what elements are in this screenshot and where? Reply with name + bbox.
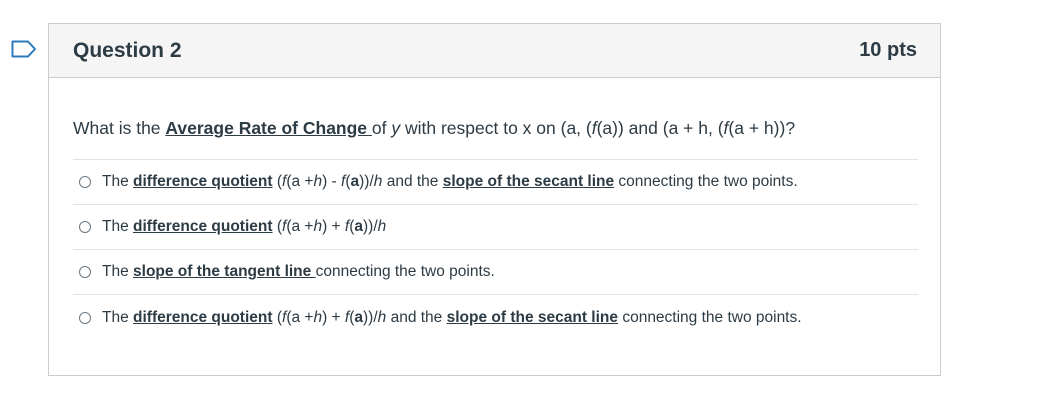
formula-text: ( [272,173,282,190]
radio-unchecked-icon[interactable] [79,221,91,233]
prompt-text: (a)) and (a + h, ( [596,118,724,138]
formula-var-h: h [313,218,323,235]
answer-text: connecting the two points. [614,173,798,190]
prompt-term-link[interactable]: Average Rate of Change [165,118,372,138]
prompt-var-y: y [391,118,401,138]
term-link-difference-quotient[interactable]: difference quotient [133,309,273,326]
prompt-text: of [371,118,392,138]
formula-text: ( [272,218,282,235]
answer-label[interactable]: The difference quotient (f(a +h) + f(a))… [102,218,386,236]
formula-text: ) + [322,308,345,326]
formula-var-a: a [350,173,360,190]
answer-text: The [102,263,134,280]
answer-option-2[interactable]: The difference quotient (f(a +h) + f(a))… [73,205,918,250]
prompt-lead: What is the [73,118,166,138]
radio-unchecked-icon[interactable] [79,266,91,278]
answer-text: connecting the two points. [315,263,495,280]
radio-unchecked-icon[interactable] [79,311,91,324]
answer-option-3[interactable]: The slope of the tangent line connecting… [73,250,918,295]
formula-text: ( [272,308,282,326]
term-link-tangent-line[interactable]: slope of the tangent line [133,263,316,280]
question-prompt: What is the Average Rate of Change of y … [73,116,918,140]
formula-text: ))/ [363,218,378,235]
formula-var-h: h [377,218,387,235]
formula-text: (a + [286,308,314,326]
answer-text: The [102,308,134,326]
question-body: What is the Average Rate of Change of y … [49,116,940,340]
formula-text: (a + [286,218,314,235]
question-title: Question 2 [73,38,182,62]
question-header: Question 2 10 pts [49,24,940,78]
formula-var-h: h [313,173,323,190]
question-card: Question 2 10 pts What is the Average Ra… [48,23,941,376]
formula-var-a: a [354,308,364,326]
answer-label[interactable]: The difference quotient (f(a +h) - f(a))… [102,173,798,191]
answer-list: The difference quotient (f(a +h) - f(a))… [73,159,918,340]
formula-text: ) + [322,218,345,235]
formula-text: ))/ [359,173,374,190]
term-link-secant-line[interactable]: slope of the secant line [443,173,614,190]
formula-text: (a + [286,173,314,190]
answer-text: The [102,218,134,235]
term-link-difference-quotient[interactable]: difference quotient [133,173,273,190]
answer-text: and the [386,308,447,326]
answer-text: The [102,173,134,190]
prompt-text: (a + h))? [728,118,796,138]
prompt-text: with respect to x on (a, ( [400,118,592,138]
formula-var-h: h [313,308,323,326]
answer-label[interactable]: The slope of the tangent line connecting… [102,263,495,281]
term-link-secant-line[interactable]: slope of the secant line [447,309,618,326]
answer-text: and the [382,173,443,190]
formula-var-h: h [377,308,387,326]
answer-option-4[interactable]: The difference quotient (f(a +h) + f(a))… [73,295,918,340]
answer-label[interactable]: The difference quotient (f(a +h) + f(a))… [102,309,802,327]
formula-var-a: a [354,218,364,235]
question-points: 10 pts [859,39,917,61]
formula-text: ))/ [363,308,378,326]
term-link-difference-quotient[interactable]: difference quotient [133,218,273,235]
radio-unchecked-icon[interactable] [79,176,91,188]
formula-text: ) - [322,173,342,190]
answer-text: connecting the two points. [618,308,802,326]
answer-option-1[interactable]: The difference quotient (f(a +h) - f(a))… [73,160,918,205]
flag-question-icon[interactable] [11,40,37,58]
